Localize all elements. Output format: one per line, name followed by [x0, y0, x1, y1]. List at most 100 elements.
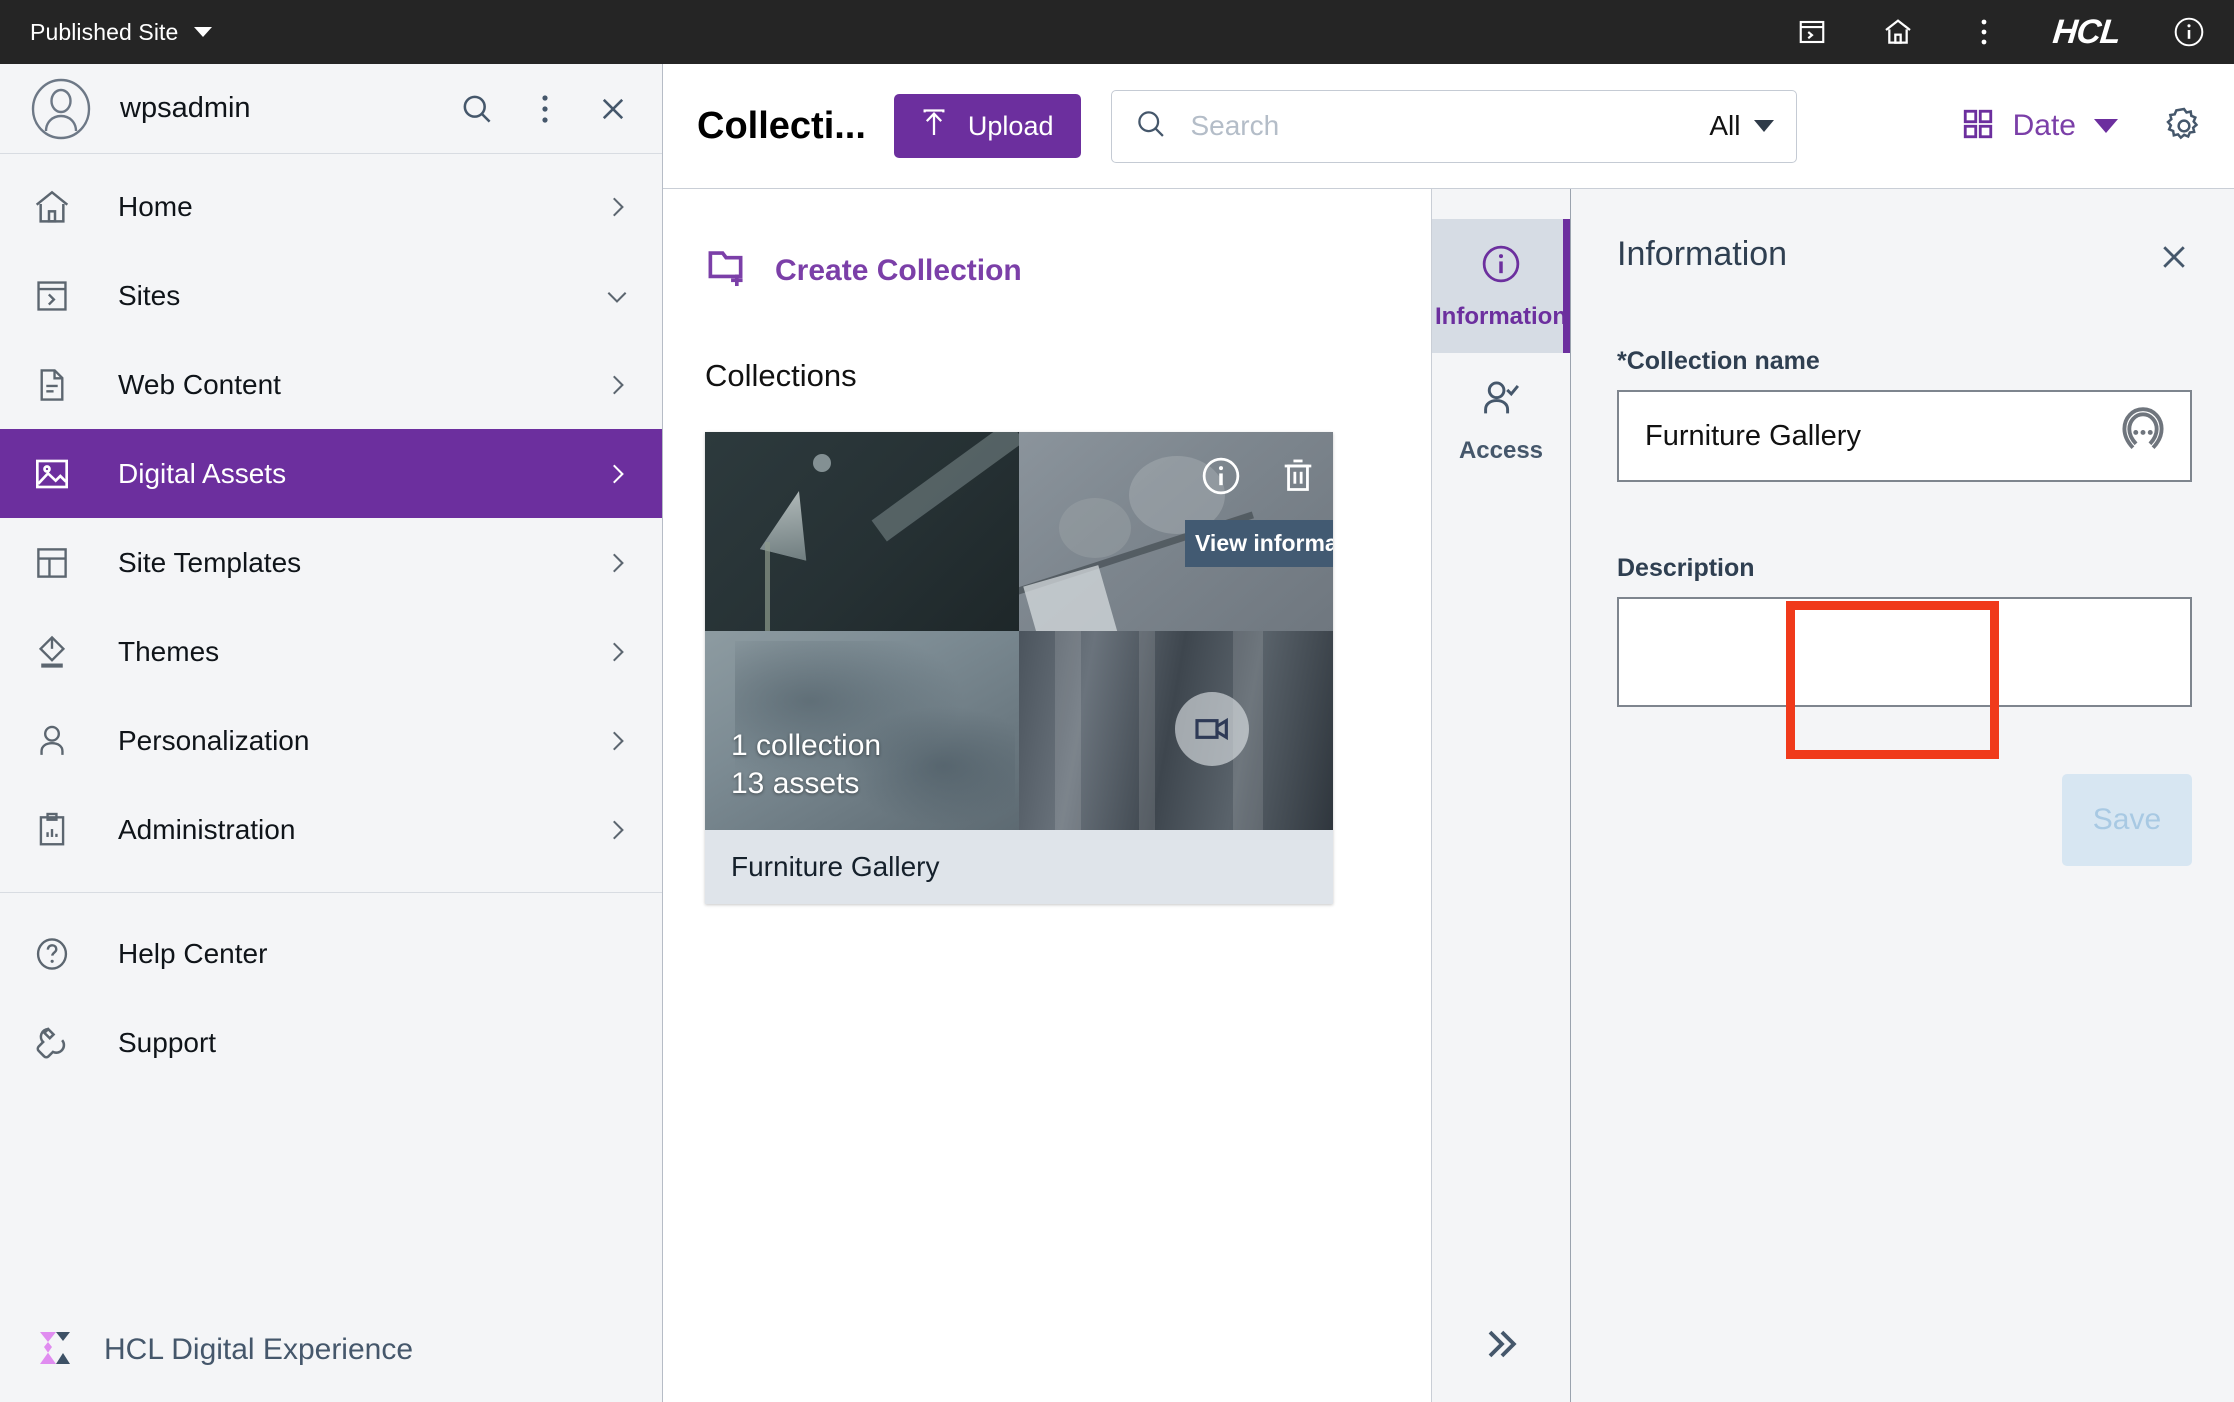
asset-type-filter-value: All: [1709, 110, 1741, 141]
chevron-right-icon: [602, 817, 632, 843]
sidebar-item-label: Web Content: [118, 368, 281, 400]
info-circle-icon: [1479, 242, 1523, 291]
product-name: HCL Digital Experience: [104, 1333, 414, 1366]
sidebar-item-label: Administration: [118, 813, 296, 845]
info-circle-icon[interactable]: [2172, 15, 2206, 49]
tab-information[interactable]: Information: [1432, 219, 1570, 353]
sites-icon: [30, 277, 74, 315]
sidebar-nav: Home Sites Web Content Digital Assets Si…: [0, 154, 662, 1087]
sidebar-item-web-content[interactable]: Web Content: [0, 340, 662, 429]
tab-access-label: Access: [1458, 436, 1544, 464]
search-bar: All: [1111, 89, 1798, 163]
home-icon: [30, 187, 74, 227]
collection-name-input[interactable]: [1645, 419, 2112, 453]
sidebar-item-label: Personalization: [118, 724, 310, 756]
sort-label: Date: [2012, 109, 2076, 142]
avatar: [30, 78, 92, 140]
sidebar-item-label: Themes: [118, 635, 220, 667]
sidebar-item-site-templates[interactable]: Site Templates: [0, 518, 662, 607]
sidebar-item-label: Home: [118, 190, 193, 222]
sidebar-item-support[interactable]: Support: [0, 998, 662, 1087]
chevron-right-icon: [602, 639, 632, 665]
gear-icon[interactable]: [2164, 106, 2204, 146]
create-collection-label: Create Collection: [775, 253, 1022, 287]
expand-panel-button[interactable]: [1432, 1290, 1570, 1402]
asset-type-filter[interactable]: All: [1709, 110, 1775, 142]
chevron-down-icon: [194, 27, 213, 37]
sidebar-user-row: wpsadmin: [0, 64, 662, 154]
save-button[interactable]: Save: [2062, 774, 2192, 866]
chevron-down-icon: [1754, 120, 1775, 132]
search-icon[interactable]: [458, 90, 496, 128]
upload-icon: [918, 107, 950, 146]
document-icon: [30, 366, 74, 404]
card-action-icons: [1199, 454, 1319, 498]
create-collection-button[interactable]: Create Collection: [705, 245, 1022, 296]
chevron-down-icon: [2094, 119, 2118, 133]
username-label: wpsadmin: [120, 92, 251, 124]
chevron-right-icon: [602, 550, 632, 576]
page-title: Collecti...: [697, 104, 866, 147]
upload-label: Upload: [967, 110, 1054, 141]
chevron-right-icon: [602, 372, 632, 398]
sidebar-item-themes[interactable]: Themes: [0, 607, 662, 696]
info-circle-icon[interactable]: [1199, 454, 1243, 498]
collection-card[interactable]: 1 collection 13 assets View informa Furn…: [705, 432, 1333, 904]
sort-control[interactable]: Date: [1961, 107, 2118, 146]
app-root: Published Site HCL wpsadmin Home Sites W…: [0, 0, 2234, 1402]
site-selector-label: Published Site: [30, 18, 179, 45]
sidebar-item-help-center[interactable]: Help Center: [0, 909, 662, 998]
sidebar-item-label: Site Templates: [118, 546, 302, 578]
panel-title: Information: [1617, 235, 1788, 273]
sidebar-item-label: Sites: [118, 279, 181, 311]
search-input[interactable]: [1190, 110, 1688, 142]
more-vertical-icon[interactable]: [1967, 15, 2001, 49]
person-icon: [30, 722, 74, 760]
collection-name-label: Furniture Gallery: [731, 851, 940, 882]
sidebar-item-digital-assets[interactable]: Digital Assets: [0, 429, 662, 518]
trash-icon[interactable]: [1277, 455, 1319, 497]
collection-stats: 1 collection 13 assets: [731, 727, 881, 802]
video-camera-icon: [1175, 692, 1249, 766]
more-vertical-icon[interactable]: [526, 90, 564, 128]
collection-name-field-label: *Collection name: [1617, 347, 1820, 375]
home-icon[interactable]: [1881, 15, 1915, 49]
collection-name-field: [1617, 390, 2192, 482]
sidebar-item-personalization[interactable]: Personalization: [0, 696, 662, 785]
image-icon: [30, 454, 74, 494]
left-sidebar: wpsadmin Home Sites Web Content Digital …: [0, 64, 663, 1402]
tab-access[interactable]: Access: [1432, 353, 1570, 487]
content-row: Create Collection Collections 1 collecti…: [663, 189, 2234, 1402]
question-circle-icon: [30, 935, 74, 973]
collection-count: 1 collection: [731, 729, 882, 762]
description-field-label: Description: [1617, 554, 1755, 582]
sidebar-item-administration[interactable]: Administration: [0, 785, 662, 874]
hcl-logo: HCL: [2051, 12, 2123, 51]
topbar-actions: HCL: [1795, 13, 2206, 52]
close-icon[interactable]: [594, 90, 632, 128]
collection-card-footer: Furniture Gallery: [705, 830, 1333, 904]
chevron-right-icon: [602, 194, 632, 220]
sidebar-item-home[interactable]: Home: [0, 162, 662, 251]
layout-icon: [30, 544, 74, 582]
sites-icon[interactable]: [1795, 15, 1829, 49]
site-selector[interactable]: Published Site: [30, 18, 213, 46]
grid-view-icon[interactable]: [1961, 107, 1995, 146]
rail-spacer: [1432, 487, 1570, 1290]
content-toolbar: Collecti... Upload All: [663, 64, 2234, 189]
hcl-dx-logo-icon: [30, 1322, 82, 1379]
chevron-right-icon: [602, 461, 632, 487]
main-column: Collecti... Upload All: [663, 64, 2234, 1402]
description-input[interactable]: [1617, 597, 2192, 707]
close-icon[interactable]: [2156, 235, 2192, 275]
upload-button[interactable]: Upload: [893, 94, 1082, 158]
sidebar-item-sites[interactable]: Sites: [0, 251, 662, 340]
global-topbar: Published Site HCL: [0, 0, 2234, 64]
collections-heading: Collections: [705, 358, 857, 393]
panel-actions: Save: [1617, 774, 2192, 866]
chevron-down-icon: [602, 283, 632, 309]
localization-icon[interactable]: [2112, 403, 2174, 470]
thumbnail-quadrant-1: [705, 432, 1019, 631]
sidebar-item-label: Help Center: [118, 937, 268, 969]
